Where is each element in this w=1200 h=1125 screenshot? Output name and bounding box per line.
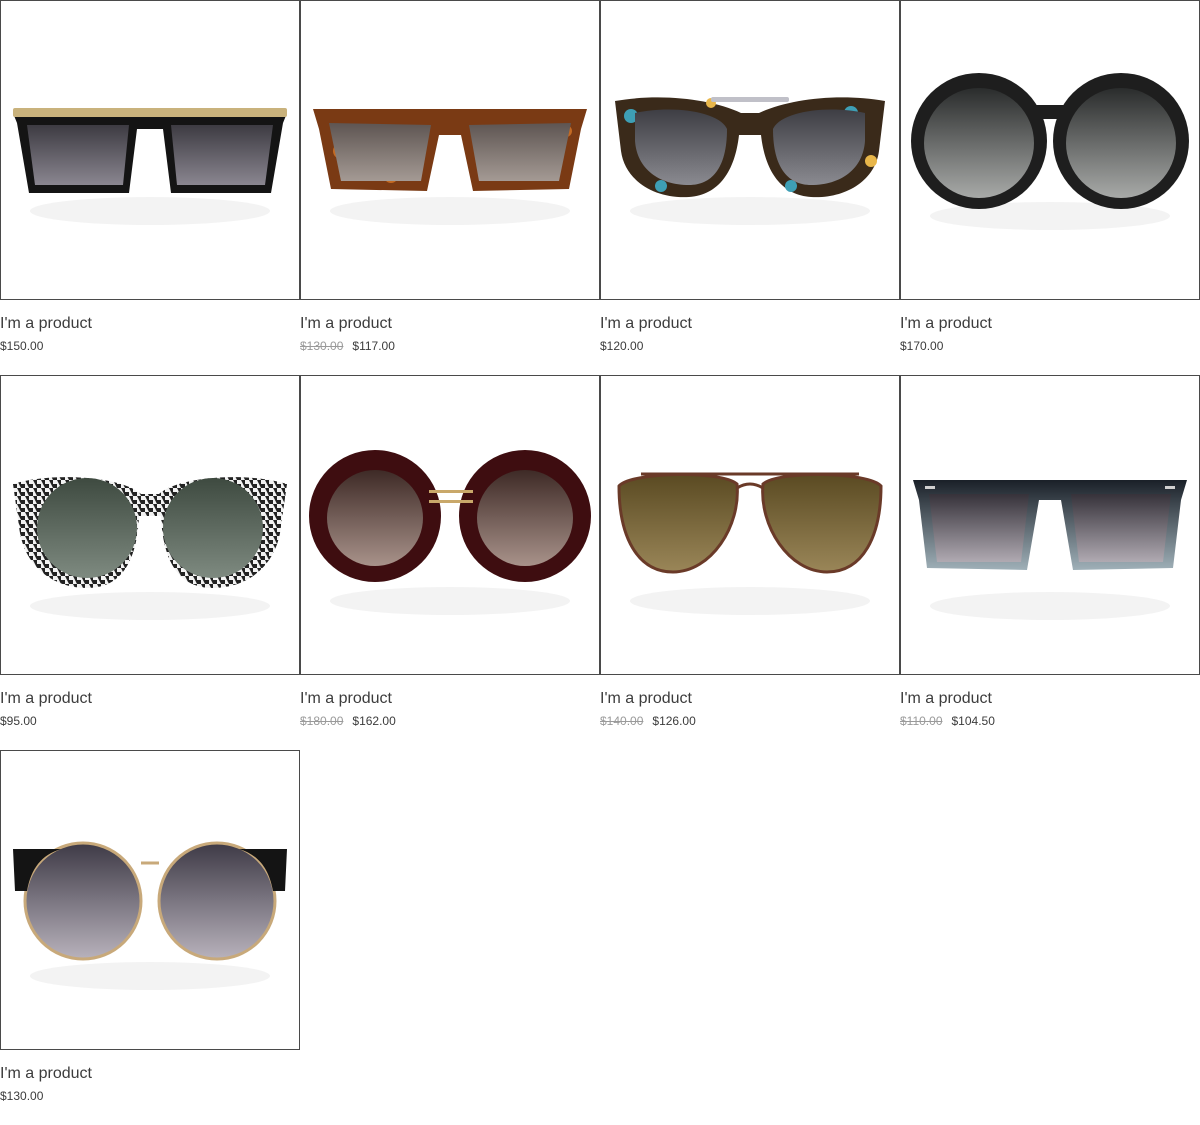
product-price-row: $180.00 $162.00 (300, 713, 396, 729)
product-card[interactable]: I'm a product $180.00 $162.00 (300, 375, 600, 750)
product-price-row: $130.00 (0, 1088, 43, 1104)
houndstooth-round-sunglasses-image (13, 477, 287, 620)
product-price: $150.00 (0, 339, 44, 353)
gradient-square-sunglasses-image (913, 480, 1187, 620)
tortoise-wayfarer-sunglasses-image (313, 109, 587, 225)
product-price-row: $170.00 (900, 338, 943, 354)
multicolor-tortoise-sunglasses-image (615, 97, 885, 225)
product-image[interactable] (0, 375, 300, 675)
product-image[interactable] (600, 0, 900, 300)
product-price-row: $120.00 (600, 338, 643, 354)
product-price-row: $150.00 (0, 338, 43, 354)
product-image[interactable] (300, 0, 600, 300)
round-black-sunglasses-image (911, 73, 1189, 230)
product-price-row: $95.00 (0, 713, 37, 729)
product-image[interactable] (600, 375, 900, 675)
product-original-price: $140.00 (600, 714, 644, 728)
product-image[interactable] (900, 0, 1200, 300)
product-price-row: $110.00 $104.50 (900, 713, 995, 729)
product-name[interactable]: I'm a product (300, 314, 392, 334)
burgundy-round-sunglasses-image (309, 450, 591, 615)
product-card[interactable]: I'm a product $130.00 (0, 750, 300, 1125)
product-original-price: $130.00 (300, 339, 344, 353)
product-original-price: $180.00 (300, 714, 344, 728)
product-image[interactable] (0, 750, 300, 1050)
product-card[interactable]: I'm a product $120.00 (600, 0, 900, 375)
product-original-price: $110.00 (900, 714, 943, 728)
product-price: $120.00 (600, 339, 644, 353)
brown-aviator-sunglasses-image (617, 472, 883, 615)
product-name[interactable]: I'm a product (0, 689, 92, 709)
product-card[interactable]: I'm a product $140.00 $126.00 (600, 375, 900, 750)
product-name[interactable]: I'm a product (300, 689, 392, 709)
product-card[interactable]: I'm a product $110.00 $104.50 (900, 375, 1200, 750)
product-image[interactable] (300, 375, 600, 675)
product-card[interactable]: I'm a product $150.00 (0, 0, 300, 375)
square-black-sunglasses-image (13, 108, 287, 225)
product-sale-price: $126.00 (652, 714, 696, 728)
product-price: $95.00 (0, 714, 37, 728)
product-gallery: I'm a product $150.00 I'm a product $130… (0, 0, 1200, 1125)
product-name[interactable]: I'm a product (0, 1064, 92, 1084)
product-card[interactable]: I'm a product $95.00 (0, 375, 300, 750)
product-sale-price: $162.00 (352, 714, 396, 728)
product-image[interactable] (900, 375, 1200, 675)
product-price-row: $140.00 $126.00 (600, 713, 696, 729)
product-price: $170.00 (900, 339, 944, 353)
product-sale-price: $104.50 (951, 714, 995, 728)
product-image[interactable] (0, 0, 300, 300)
product-name[interactable]: I'm a product (600, 689, 692, 709)
product-name[interactable]: I'm a product (600, 314, 692, 334)
product-card[interactable]: I'm a product $170.00 (900, 0, 1200, 375)
product-price-row: $130.00 $117.00 (300, 338, 395, 354)
browline-gold-sunglasses-image (13, 841, 287, 990)
product-card[interactable]: I'm a product $130.00 $117.00 (300, 0, 600, 375)
product-price: $130.00 (0, 1089, 44, 1103)
product-name[interactable]: I'm a product (0, 314, 92, 334)
product-name[interactable]: I'm a product (900, 314, 992, 334)
product-name[interactable]: I'm a product (900, 689, 992, 709)
product-sale-price: $117.00 (352, 339, 395, 353)
